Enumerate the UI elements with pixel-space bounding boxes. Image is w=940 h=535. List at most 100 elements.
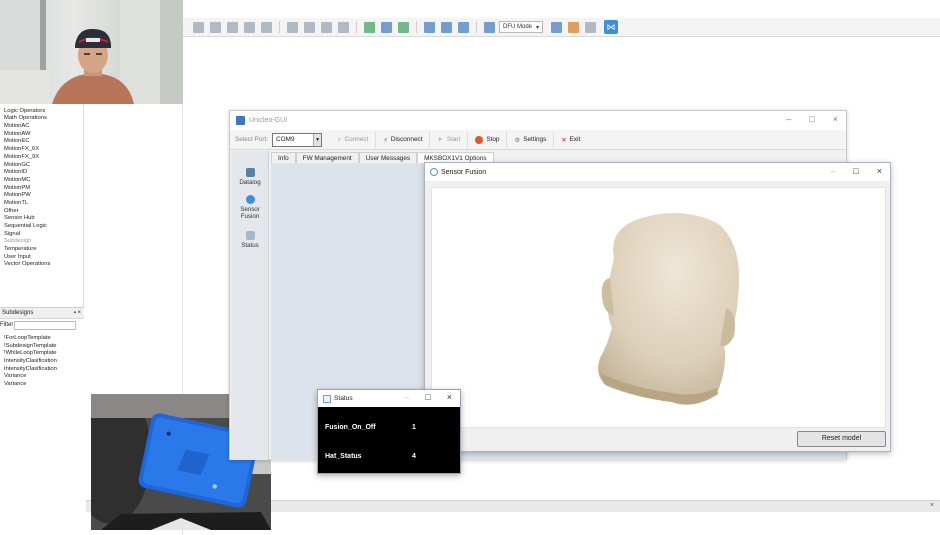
connect-button[interactable]: ⚡ Connect: [330, 131, 377, 148]
minimize-icon[interactable]: –: [404, 392, 409, 402]
status-icon: [323, 394, 331, 403]
sensor-fusion-icon: [245, 195, 255, 204]
sidebar-item-datalog[interactable]: Datalog: [231, 168, 269, 186]
pin-icon[interactable]: ▪ ×: [74, 308, 81, 319]
subdesign-item[interactable]: !ForLoopTemplate: [4, 335, 84, 343]
tab-fw-management[interactable]: FW Management: [295, 152, 359, 163]
distribute-icon[interactable]: [261, 21, 272, 33]
port-select-value: COM9: [276, 136, 295, 143]
link-icon[interactable]: [585, 21, 597, 33]
tab-info[interactable]: Info: [271, 152, 296, 163]
run-icon[interactable]: [398, 21, 409, 33]
settings-label: Settings: [523, 136, 547, 143]
subdesign-item[interactable]: Variance: [4, 381, 84, 389]
zoom-in-icon[interactable]: [287, 21, 298, 33]
floppy-disk-icon: [245, 168, 255, 177]
align-center-icon[interactable]: [210, 21, 221, 33]
paste-icon[interactable]: [441, 21, 452, 33]
zoom-out-icon[interactable]: [304, 21, 315, 33]
library-item[interactable]: MotionPM: [4, 185, 84, 193]
exit-button[interactable]: ✕ Exit: [554, 132, 587, 148]
reset-model-button[interactable]: Reset model: [797, 431, 886, 447]
align-left-icon[interactable]: [193, 21, 204, 33]
library-item[interactable]: MotionMC: [4, 177, 84, 185]
presenter-video-image: [0, 0, 183, 104]
minimize-icon[interactable]: –: [830, 166, 835, 176]
status-value-hat: 4: [412, 453, 416, 460]
library-item[interactable]: MotionEC: [4, 138, 84, 146]
upload-icon[interactable]: [568, 21, 580, 33]
window-title: Status: [334, 395, 353, 402]
status-icon: [245, 231, 255, 240]
subdesign-item[interactable]: !WhileLoopTemplate: [4, 350, 84, 358]
play-icon: ►: [437, 136, 444, 143]
minimize-icon[interactable]: –: [786, 114, 791, 124]
mode-select[interactable]: DFU Mode ▾: [499, 21, 544, 33]
library-item[interactable]: MotionFX_6X: [4, 146, 84, 154]
start-button[interactable]: ► Start: [430, 131, 469, 148]
library-item[interactable]: MotionID: [4, 169, 84, 177]
unicleo-toolbar: Select Port: COM9 ▼ ⚡ Connect ⚡ Disconne…: [230, 130, 846, 150]
maximize-icon[interactable]: □: [809, 114, 814, 124]
subdesign-item[interactable]: !SubdesignTemplate: [4, 343, 84, 351]
chip-icon[interactable]: [484, 21, 495, 33]
build-icon[interactable]: [364, 21, 375, 33]
subdesign-item[interactable]: Variance: [4, 373, 84, 381]
stop-button[interactable]: Stop: [468, 131, 508, 148]
sidebar-item-label: Status: [241, 242, 259, 249]
copy-icon[interactable]: [424, 21, 435, 33]
port-select[interactable]: COM9 ▼: [272, 132, 323, 147]
subdesign-header: Subdesigns ▪ ×: [0, 308, 84, 319]
library-item[interactable]: MotionTL: [4, 200, 84, 208]
webcam-overlay: [0, 0, 183, 104]
disconnect-button[interactable]: ⚡ Disconnect: [376, 131, 431, 148]
close-icon[interactable]: ×: [877, 166, 882, 176]
library-item[interactable]: Vector Operations: [4, 261, 84, 269]
zoom-fit-icon[interactable]: [321, 21, 332, 33]
mode-select-value: DFU Mode: [503, 24, 533, 30]
filter-label: Filter:: [0, 322, 15, 328]
close-icon[interactable]: ×: [447, 392, 452, 402]
library-item[interactable]: Math Operations: [4, 115, 84, 123]
grid-icon[interactable]: [458, 21, 469, 33]
subdesign-title: Subdesigns: [2, 310, 34, 316]
unicleo-logo-icon: [236, 116, 245, 125]
subdesign-item[interactable]: IntensityClasification: [4, 358, 84, 366]
unicleo-launch-icon[interactable]: ⋈: [604, 20, 619, 34]
close-icon[interactable]: ×: [833, 114, 838, 124]
library-item[interactable]: MotionPW: [4, 192, 84, 200]
align-top-icon[interactable]: [227, 21, 238, 33]
status-titlebar: Status – □ ×: [318, 390, 460, 407]
library-item[interactable]: MotionFX_9X: [4, 154, 84, 162]
library-item[interactable]: Temperature: [4, 246, 84, 254]
maximize-icon[interactable]: □: [853, 166, 858, 176]
close-icon[interactable]: ×: [930, 502, 934, 509]
start-label: Start: [446, 136, 461, 143]
3d-model-viewport[interactable]: [431, 187, 886, 428]
library-item[interactable]: MotionAW: [4, 131, 84, 139]
toolbar-divider: [356, 21, 357, 33]
subdesign-filter-input[interactable]: [14, 321, 76, 330]
tab-user-messages[interactable]: User Messages: [358, 152, 418, 163]
plug-icon: ⚡: [337, 136, 342, 144]
settings-button[interactable]: ⚙ Settings: [507, 131, 555, 148]
library-item[interactable]: Sensor Hub: [4, 215, 84, 223]
library-item[interactable]: Other: [4, 208, 84, 216]
library-item[interactable]: Logic Operators: [4, 108, 84, 116]
subdesign-item[interactable]: IntensityClasification: [4, 366, 84, 374]
zoom-reset-icon[interactable]: [338, 21, 349, 33]
maximize-icon[interactable]: □: [425, 392, 430, 402]
flash-icon[interactable]: [551, 21, 563, 33]
library-item[interactable]: Subdesign: [4, 238, 84, 246]
align-bottom-icon[interactable]: [244, 21, 255, 33]
library-item[interactable]: MotionAC: [4, 123, 84, 131]
library-item[interactable]: Signal: [4, 231, 84, 239]
sidebar-item-sensor-fusion[interactable]: Sensor Fusion: [231, 195, 269, 220]
sensor-fusion-titlebar: Sensor Fusion – □ ×: [425, 163, 890, 181]
chevron-down-icon: ▾: [536, 24, 540, 31]
compile-icon[interactable]: [381, 21, 392, 33]
sidebar-item-status[interactable]: Status: [231, 231, 269, 249]
library-item[interactable]: User Input: [4, 254, 84, 262]
library-item[interactable]: Sequential Logic: [4, 223, 84, 231]
library-item[interactable]: MotionGC: [4, 162, 84, 170]
